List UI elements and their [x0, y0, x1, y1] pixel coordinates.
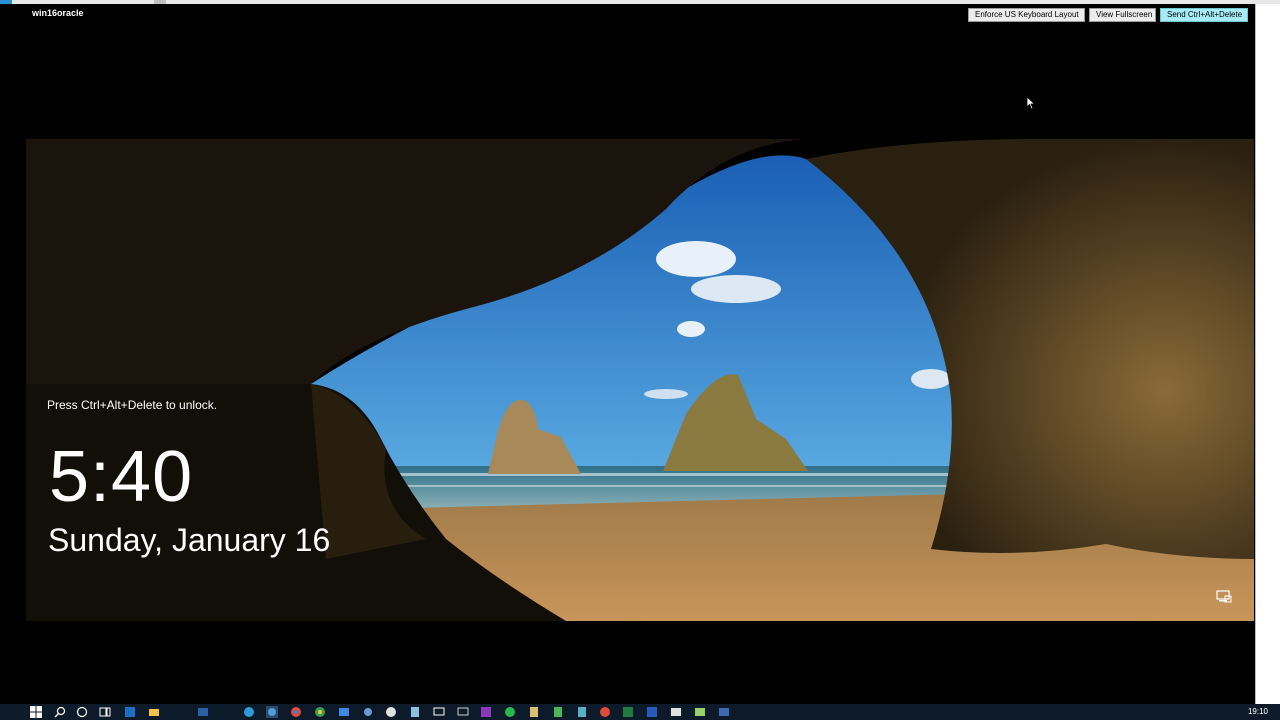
- file-explorer-icon[interactable]: [148, 706, 160, 718]
- monitor-icon[interactable]: [457, 706, 469, 718]
- send-ctrl-alt-delete-button[interactable]: Send Ctrl+Alt+Delete: [1160, 8, 1248, 22]
- network-status-icon[interactable]: [1216, 590, 1232, 604]
- taskbar: 19:10: [0, 704, 1280, 720]
- session-title: win16oracle: [32, 8, 84, 18]
- outlook-icon[interactable]: [124, 706, 136, 718]
- viewer-scrollbar[interactable]: [1255, 4, 1280, 704]
- monitor-icon[interactable]: [433, 706, 445, 718]
- app-icon[interactable]: [338, 706, 350, 718]
- app-icon[interactable]: [576, 706, 588, 718]
- taskbar-clock[interactable]: 19:10: [1248, 707, 1268, 716]
- terminal-icon[interactable]: [670, 706, 682, 718]
- excel-icon[interactable]: [622, 706, 634, 718]
- ie-icon[interactable]: [266, 706, 278, 718]
- cortana-icon[interactable]: [76, 706, 88, 718]
- mouse-cursor-icon: [1026, 96, 1036, 110]
- network-icon[interactable]: [362, 706, 374, 718]
- windows-start-icon[interactable]: [30, 706, 42, 718]
- console-icon[interactable]: [694, 706, 706, 718]
- chrome-icon[interactable]: [290, 706, 302, 718]
- green-app-icon[interactable]: [552, 706, 564, 718]
- search-icon[interactable]: [54, 706, 66, 718]
- notepad-icon[interactable]: [528, 706, 540, 718]
- edge-icon[interactable]: [243, 706, 255, 718]
- lock-date: Sunday, January 16: [48, 522, 331, 558]
- remote-desktop-icon[interactable]: [409, 706, 421, 718]
- chrome-icon[interactable]: [314, 706, 326, 718]
- lock-clock: 5:40: [49, 437, 194, 517]
- task-view-icon[interactable]: [99, 706, 111, 718]
- snipping-icon[interactable]: [718, 706, 730, 718]
- unlock-prompt: Press Ctrl+Alt+Delete to unlock.: [47, 398, 218, 412]
- powershell-icon[interactable]: [197, 706, 209, 718]
- enforce-keyboard-button[interactable]: Enforce US Keyboard Layout: [968, 8, 1085, 22]
- view-fullscreen-button[interactable]: View Fullscreen: [1089, 8, 1156, 22]
- onenote-icon[interactable]: [480, 706, 492, 718]
- chrome-icon[interactable]: [385, 706, 397, 718]
- word-icon[interactable]: [646, 706, 658, 718]
- chrome-icon[interactable]: [599, 706, 611, 718]
- spotify-icon[interactable]: [504, 706, 516, 718]
